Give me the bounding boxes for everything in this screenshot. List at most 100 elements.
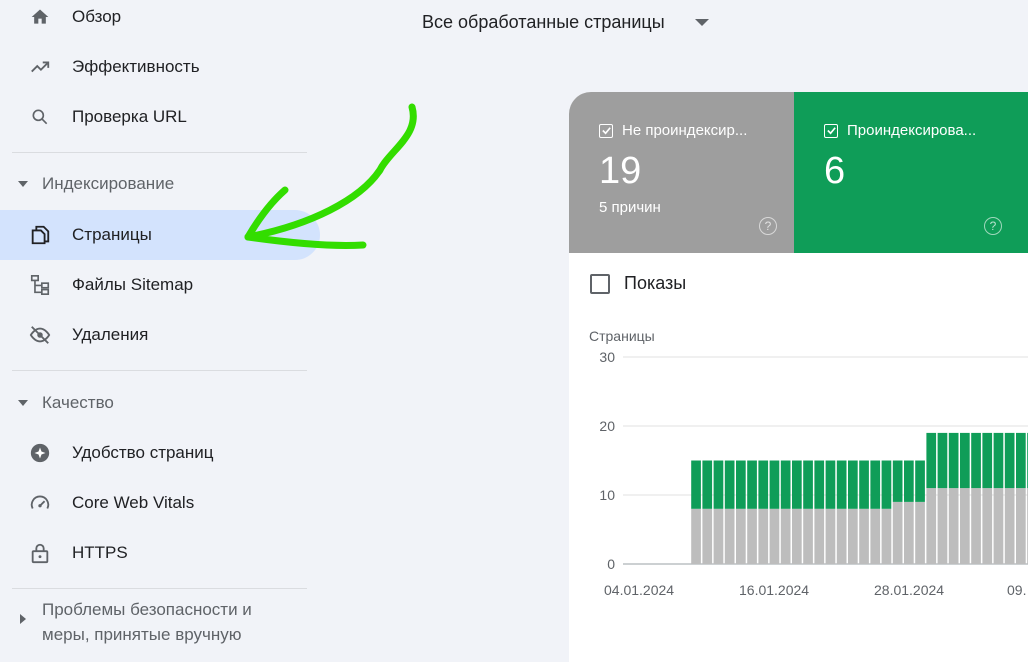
x-tick-label: 09.: [1007, 582, 1026, 598]
bar-segment-indexed: [836, 460, 847, 509]
caret-right-icon: [20, 614, 26, 624]
pages-icon: [28, 223, 52, 247]
section-heading-line: Проблемы безопасности и: [42, 600, 252, 619]
bar-segment-not-indexed: [948, 488, 959, 564]
home-icon: [28, 5, 52, 29]
bar-segment-not-indexed: [1004, 488, 1015, 564]
sidebar-item-label: Файлы Sitemap: [72, 275, 194, 294]
bar-segment-indexed: [993, 432, 1004, 489]
bar-segment-indexed: [971, 432, 981, 489]
sidebar-item-performance[interactable]: Эффективность: [0, 42, 320, 92]
tile-label: Проиндексирова...: [847, 122, 977, 139]
checkbox-checked-icon[interactable]: [599, 123, 613, 138]
bar-segment-indexed: [960, 432, 970, 489]
y-tick-label: 10: [599, 487, 615, 503]
bar-segment-indexed: [870, 460, 881, 509]
bar-segment-indexed: [1016, 432, 1026, 489]
pages-filter-dropdown[interactable]: Все обработанные страницы: [422, 12, 709, 33]
bar-segment-not-indexed: [747, 508, 757, 564]
bar-segment-indexed: [982, 432, 993, 489]
bar-segment-indexed: [736, 460, 746, 509]
sidebar-item-label: Удобство страниц: [72, 443, 214, 462]
bar-segment-indexed: [881, 460, 892, 509]
bar-segment-indexed: [803, 460, 813, 509]
checkbox-checked-icon[interactable]: [824, 123, 838, 138]
sitemap-icon: [28, 273, 52, 297]
index-report-card: Не проиндексир... 19 5 причин ? Проиндек…: [569, 92, 1028, 662]
section-indexing-toggle[interactable]: Индексирование: [18, 174, 174, 194]
help-icon[interactable]: ?: [984, 217, 1002, 235]
not-indexed-reasons: 5 причин: [599, 199, 661, 216]
sidebar-item-page-experience[interactable]: Удобство страниц: [0, 428, 320, 478]
section-heading-line: меры, принятые вручную: [42, 625, 242, 644]
bar-segment-indexed: [724, 460, 735, 509]
divider: [12, 588, 307, 589]
divider: [12, 370, 307, 371]
trending-up-icon: [28, 55, 52, 79]
bar-segment-not-indexed: [904, 501, 914, 564]
sidebar-item-core-web-vitals[interactable]: Core Web Vitals: [0, 478, 320, 528]
impressions-toggle[interactable]: Показы: [590, 273, 686, 294]
bar-segment-not-indexed: [859, 508, 869, 564]
bar-segment-not-indexed: [870, 508, 881, 564]
search-icon: [28, 105, 52, 129]
help-icon[interactable]: ?: [759, 217, 777, 235]
y-tick-label: 20: [599, 418, 615, 434]
sidebar-item-removals[interactable]: Удаления: [0, 310, 320, 360]
bar-segment-not-indexed: [971, 488, 981, 564]
bar-segment-indexed: [814, 460, 825, 509]
impressions-label: Показы: [624, 273, 687, 293]
bar-segment-indexed: [825, 460, 836, 509]
bar-segment-indexed: [747, 460, 757, 509]
bar-segment-indexed: [848, 460, 858, 509]
sidebar-item-label: Удаления: [72, 325, 149, 344]
bar-segment-indexed: [859, 460, 869, 509]
x-tick-label: 16.01.2024: [739, 582, 809, 598]
sidebar-item-overview[interactable]: Обзор: [0, 0, 320, 42]
bar-segment-not-indexed: [825, 508, 836, 564]
not-indexed-tile[interactable]: Не проиндексир... 19 5 причин ?: [569, 92, 794, 253]
bar-segment-not-indexed: [848, 508, 858, 564]
bar-segment-not-indexed: [836, 508, 847, 564]
page-experience-icon: [28, 441, 52, 465]
sidebar-item-label: Обзор: [72, 7, 122, 26]
bar-segment-not-indexed: [736, 508, 746, 564]
sidebar-item-sitemaps[interactable]: Файлы Sitemap: [0, 260, 320, 310]
sidebar-item-label: Проверка URL: [72, 107, 187, 126]
bar-segment-indexed: [904, 460, 914, 502]
section-security-heading[interactable]: Проблемы безопасности и меры, принятые в…: [42, 597, 302, 647]
bar-segment-not-indexed: [881, 508, 892, 564]
bar-segment-not-indexed: [691, 508, 701, 564]
section-quality-toggle[interactable]: Качество: [18, 393, 114, 413]
bar-segment-not-indexed: [993, 488, 1004, 564]
bar-segment-indexed: [713, 460, 724, 509]
pages-bar-chart: 0 10 20 30 04.01.2024 16.01.2024 28.01.2024 09.: [599, 349, 1028, 598]
sidebar-item-label: Core Web Vitals: [72, 493, 195, 512]
indexed-tile[interactable]: Проиндексирова... 6 ?: [794, 92, 1028, 253]
sidebar-item-label: HTTPS: [72, 543, 128, 562]
sidebar-item-https[interactable]: HTTPS: [0, 528, 320, 578]
bar-segment-not-indexed: [792, 508, 802, 564]
bar-segment-indexed: [926, 432, 937, 489]
lock-icon: [28, 541, 52, 565]
bar-segment-not-indexed: [926, 488, 937, 564]
bar-segment-not-indexed: [780, 508, 791, 564]
bar-segment-not-indexed: [892, 501, 903, 564]
y-tick-label: 30: [599, 349, 615, 365]
dropdown-arrow-icon: [694, 19, 709, 26]
bar-segment-not-indexed: [724, 508, 735, 564]
bar-segment-not-indexed: [769, 508, 780, 564]
filter-label: Все обработанные страницы: [422, 12, 665, 32]
section-security-toggle[interactable]: [18, 614, 42, 624]
x-tick-label: 04.01.2024: [604, 582, 674, 598]
annotation-arrow: [244, 103, 417, 250]
bar-segment-not-indexed: [915, 501, 925, 564]
bar-segment-not-indexed: [814, 508, 825, 564]
not-indexed-count: 19: [599, 150, 642, 192]
bar-segment-indexed: [792, 460, 802, 509]
bar-segment-indexed: [937, 432, 948, 489]
gauge-icon: [28, 491, 52, 515]
bar-segment-indexed: [780, 460, 791, 509]
checkbox-unchecked-icon[interactable]: [590, 273, 610, 294]
sidebar-item-label: Страницы: [72, 225, 152, 244]
